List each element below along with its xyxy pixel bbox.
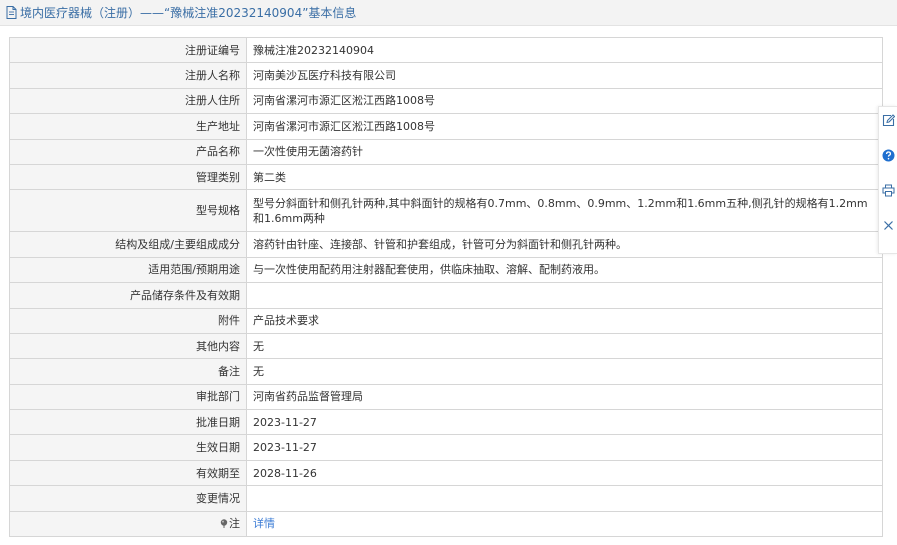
document-icon (6, 6, 17, 19)
row-value: 产品技术要求 (246, 307, 883, 334)
row-value: 无 (246, 358, 883, 385)
row-label: 批准日期 (9, 409, 247, 436)
table-row: 其他内容 无 (9, 332, 883, 360)
row-value (246, 485, 883, 512)
row-label: 其他内容 (9, 332, 247, 360)
table-row: 备注 无 (9, 358, 883, 385)
row-label: 产品名称 (9, 138, 247, 165)
row-value: 河南美沙瓦医疗科技有限公司 (246, 62, 883, 89)
table-row: 附件 产品技术要求 (9, 307, 883, 334)
row-label: 审批部门 (9, 383, 247, 411)
row-label: 附件 (9, 307, 247, 334)
row-value: 详情 (246, 510, 883, 538)
table-row: 注册人住所 河南省漯河市源汇区淞江西路1008号 (9, 87, 883, 115)
row-label: 管理类别 (9, 163, 247, 191)
row-label: 注册人名称 (9, 62, 247, 89)
help-icon (882, 149, 894, 161)
row-label: 有效期至 (9, 459, 247, 487)
row-value: 型号分斜面针和侧孔针两种,其中斜面针的规格有0.7mm、0.8mm、0.9mm、… (246, 189, 883, 233)
row-label: 产品储存条件及有效期 (9, 282, 247, 309)
row-value: 第二类 (246, 163, 883, 191)
details-link[interactable]: 详情 (253, 517, 275, 530)
page-header: 境内医疗器械（注册）——“豫械注准20232140904”基本信息 (0, 0, 897, 26)
row-value: 2023-11-27 (246, 434, 883, 461)
row-value: 无 (246, 332, 883, 360)
note-label-cell: 注 (9, 510, 247, 538)
table-row: 审批部门 河南省药品监督管理局 (9, 383, 883, 411)
table-row: 型号规格 型号分斜面针和侧孔针两种,其中斜面针的规格有0.7mm、0.8mm、0… (9, 189, 883, 233)
table-row: 注册人名称 河南美沙瓦医疗科技有限公司 (9, 62, 883, 89)
table-row: 适用范围/预期用途 与一次性使用配药用注射器配套使用，供临床抽取、溶解、配制药液… (9, 256, 883, 284)
row-value: 2028-11-26 (246, 459, 883, 487)
table-row: 产品名称 一次性使用无菌溶药针 (9, 138, 883, 165)
row-value: 豫械注准20232140904 (246, 36, 883, 64)
table-row: 生产地址 河南省漯河市源汇区淞江西路1008号 (9, 113, 883, 140)
row-value (246, 282, 883, 309)
row-label: 注册证编号 (9, 36, 247, 64)
table-row: 结构及组成/主要组成成分 溶药针由针座、连接部、针管和护套组成，针管可分为斜面针… (9, 231, 883, 258)
row-label: 型号规格 (9, 189, 247, 233)
row-value: 与一次性使用配药用注射器配套使用，供临床抽取、溶解、配制药液用。 (246, 256, 883, 284)
table-row: 生效日期 2023-11-27 (9, 434, 883, 461)
print-icon (882, 184, 894, 196)
row-label: 结构及组成/主要组成成分 (9, 231, 247, 258)
table-row: 批准日期 2023-11-27 (9, 409, 883, 436)
row-value: 一次性使用无菌溶药针 (246, 138, 883, 165)
row-label: 适用范围/预期用途 (9, 256, 247, 284)
note-label: 注 (229, 517, 240, 531)
info-table: 注册证编号 豫械注准20232140904 注册人名称 河南美沙瓦医疗科技有限公… (9, 36, 883, 538)
pin-icon (220, 519, 228, 529)
row-value: 河南省药品监督管理局 (246, 383, 883, 411)
row-label: 备注 (9, 358, 247, 385)
close-button[interactable] (880, 218, 896, 232)
table-row: 管理类别 第二类 (9, 163, 883, 191)
side-toolbar (878, 106, 897, 254)
table-row: 产品储存条件及有效期 (9, 282, 883, 309)
table-row: 有效期至 2028-11-26 (9, 459, 883, 487)
help-button[interactable] (880, 148, 896, 162)
row-label: 变更情况 (9, 485, 247, 512)
edit-button[interactable] (880, 113, 896, 127)
row-value: 2023-11-27 (246, 409, 883, 436)
row-value: 河南省漯河市源汇区淞江西路1008号 (246, 113, 883, 140)
table-row: 注 详情 (9, 510, 883, 538)
close-icon (883, 220, 893, 230)
row-value: 溶药针由针座、连接部、针管和护套组成，针管可分为斜面针和侧孔针两种。 (246, 231, 883, 258)
table-row: 注册证编号 豫械注准20232140904 (9, 36, 883, 64)
page-title: 境内医疗器械（注册）——“豫械注准20232140904”基本信息 (20, 6, 357, 20)
edit-icon (882, 113, 895, 126)
row-label: 生效日期 (9, 434, 247, 461)
row-label: 注册人住所 (9, 87, 247, 115)
table-row: 变更情况 (9, 485, 883, 512)
print-button[interactable] (880, 183, 896, 197)
row-label: 生产地址 (9, 113, 247, 140)
row-value: 河南省漯河市源汇区淞江西路1008号 (246, 87, 883, 115)
